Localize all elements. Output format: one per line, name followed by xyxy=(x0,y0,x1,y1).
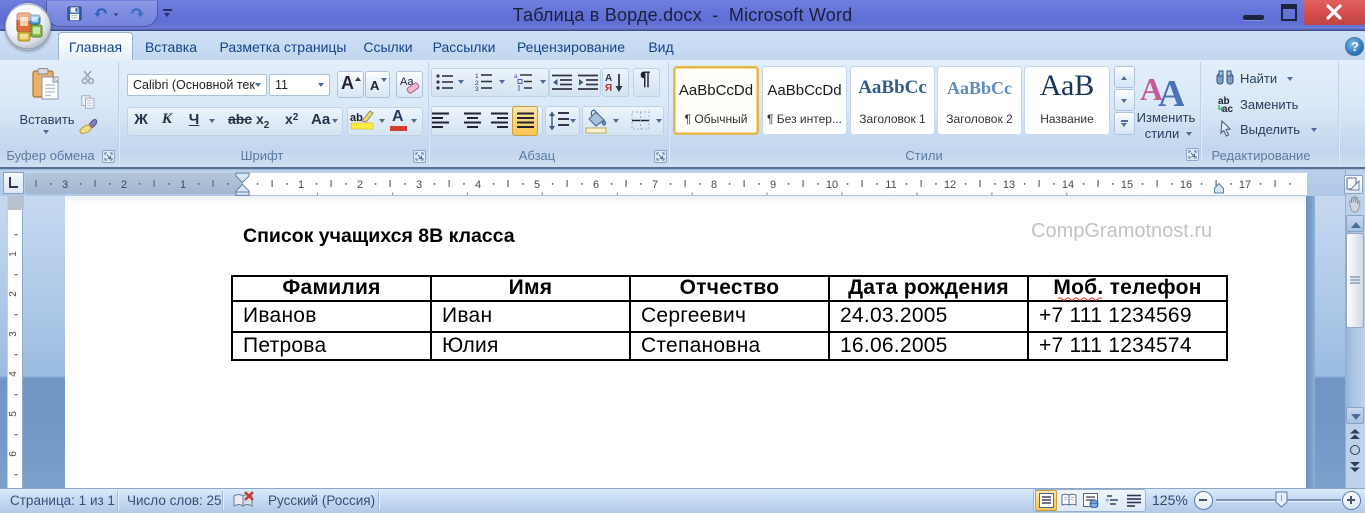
svg-text:Я: Я xyxy=(605,83,612,93)
svg-text:16: 16 xyxy=(1180,179,1192,191)
svg-text:A: A xyxy=(1158,73,1184,108)
svg-text:3: 3 xyxy=(416,179,422,191)
svg-text:1: 1 xyxy=(180,179,186,191)
svg-text:3: 3 xyxy=(475,86,479,91)
svg-text:6: 6 xyxy=(593,179,599,191)
svg-text:ac: ac xyxy=(1222,104,1234,113)
svg-text:9: 9 xyxy=(770,179,776,191)
svg-text:6: 6 xyxy=(8,451,19,457)
svg-text:4: 4 xyxy=(475,179,481,191)
svg-text:11: 11 xyxy=(885,179,896,191)
svg-text:5: 5 xyxy=(8,411,19,417)
svg-text:14: 14 xyxy=(1062,179,1074,191)
svg-text:10: 10 xyxy=(826,179,838,191)
svg-text:a: a xyxy=(514,73,518,80)
svg-text:2: 2 xyxy=(121,179,127,191)
svg-text:12: 12 xyxy=(944,179,956,191)
svg-text:2: 2 xyxy=(8,291,19,297)
svg-text:8: 8 xyxy=(711,179,717,191)
svg-text:13: 13 xyxy=(1003,179,1015,191)
svg-text:1: 1 xyxy=(8,251,19,257)
svg-text:ab: ab xyxy=(350,112,363,124)
svg-text:1: 1 xyxy=(298,179,304,191)
svg-text:4: 4 xyxy=(8,371,19,377)
svg-text:3: 3 xyxy=(62,179,68,191)
svg-text:17: 17 xyxy=(1239,179,1251,191)
svg-text:1: 1 xyxy=(475,73,479,80)
svg-text:15: 15 xyxy=(1121,179,1133,191)
svg-text:5: 5 xyxy=(534,179,540,191)
svg-text:2: 2 xyxy=(357,179,363,191)
svg-text:7: 7 xyxy=(652,179,658,191)
svg-text:3: 3 xyxy=(8,331,19,337)
